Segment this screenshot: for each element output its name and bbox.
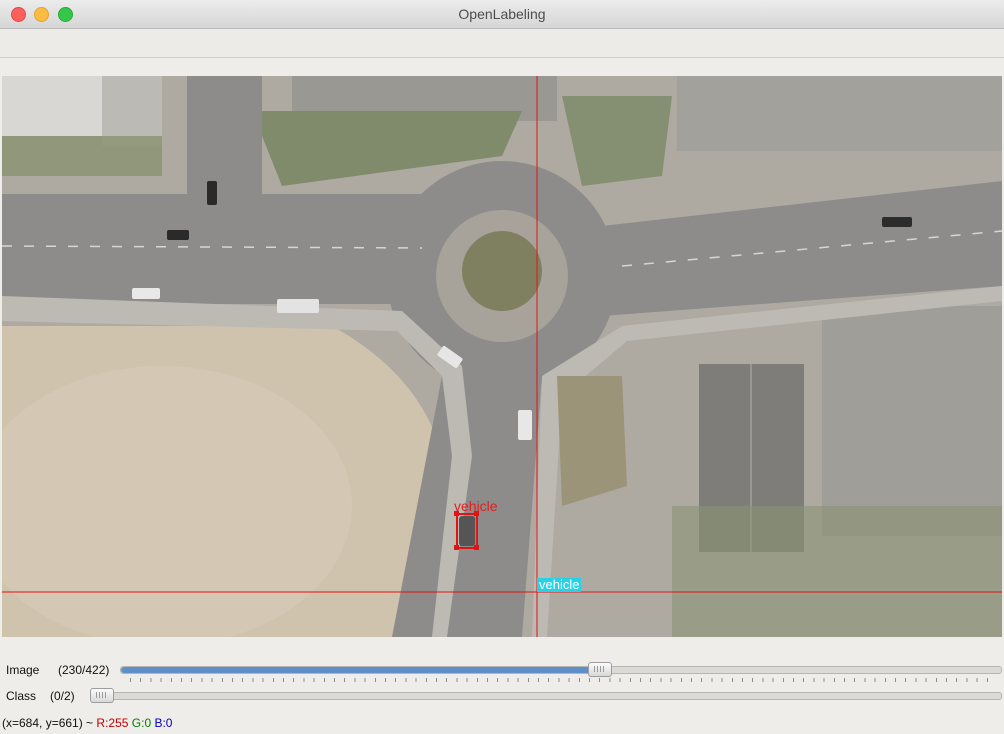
class-slider-handle[interactable] [90,688,114,703]
title-bar: OpenLabeling [0,0,1004,29]
window-title: OpenLabeling [458,6,546,22]
aerial-image [2,76,1002,637]
image-slider-track[interactable] [120,666,1002,674]
class-slider-track[interactable] [90,692,1002,700]
pixel-green-value: G:0 [131,716,152,730]
class-slider-label: Class [6,689,37,703]
app-window: OpenLabeling vehicle vehicle Image (230/… [0,0,1004,734]
cursor-coordinates: (x=684, y=661) ~ [2,716,94,730]
pixel-red-value: R:255 [96,716,129,730]
image-slider-handle[interactable] [587,662,612,677]
image-slider-count: (230/422) [58,663,110,677]
status-bar: (x=684, y=661) ~ R:255 G:0 B:0 [2,716,172,730]
pixel-blue-value: B:0 [154,716,173,730]
cursor-class-label: vehicle [537,577,582,592]
image-slider-row: Image (230/422) [0,658,1004,682]
class-slider-row: Class (0/2) [0,684,1004,708]
class-slider-count: (0/2) [50,689,75,703]
toolbar [0,29,1004,58]
image-canvas[interactable]: vehicle vehicle [2,76,1002,637]
bbox-class-label: vehicle [454,498,498,514]
image-slider-fill [121,667,600,673]
image-slider-ticks [130,678,990,682]
image-slider-label: Image [6,663,40,677]
